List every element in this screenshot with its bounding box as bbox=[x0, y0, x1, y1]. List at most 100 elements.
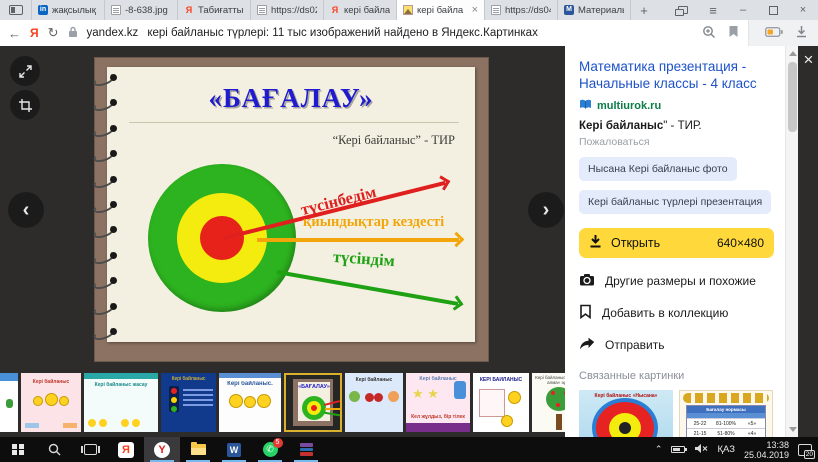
thumb-motif bbox=[406, 423, 470, 432]
page-zoom-icon[interactable] bbox=[702, 25, 716, 42]
tab-keri-bailanys-active[interactable]: кері байла × bbox=[397, 0, 485, 20]
thumbnail-smileys-pink[interactable]: Кері байланыс bbox=[21, 373, 81, 432]
main-image[interactable]: «БАҒАЛАУ» “Кері байланыс” - ТИР түсінбед… bbox=[95, 58, 488, 361]
window-restore-button[interactable] bbox=[758, 0, 788, 20]
url-host[interactable]: yandex.kz bbox=[87, 27, 139, 39]
hidden-icons-chevron[interactable]: ⌃ bbox=[655, 444, 663, 455]
thumb-motif bbox=[454, 381, 466, 399]
related-image-nysana[interactable]: Кері байланыс «Нысана» bbox=[579, 390, 673, 437]
add-to-collection-button[interactable]: Добавить в коллекцию bbox=[579, 304, 774, 322]
volume-muted-icon[interactable] bbox=[694, 441, 708, 459]
thumbnail-selected-bagalau[interactable]: «БАҒАЛАУ» bbox=[284, 373, 342, 432]
taskbar-yandex-browser[interactable]: Y bbox=[144, 437, 180, 462]
winrar-icon bbox=[299, 443, 313, 457]
thumb-title: Кері байланыс bbox=[32, 379, 70, 385]
related-image-grading-table[interactable]: Бағалау нормасы 25-22 81-100% «5» 21-15 51-… bbox=[679, 390, 773, 437]
bookmark-flag-icon[interactable] bbox=[728, 25, 739, 41]
slide-page: «БАҒАЛАУ» “Кері байланыс” - ТИР түсінбед… bbox=[107, 67, 475, 342]
start-button[interactable] bbox=[0, 437, 36, 462]
battery-icon[interactable] bbox=[671, 446, 688, 453]
tab-label: Материалы - bbox=[578, 4, 624, 16]
thumbnail-traffic-light[interactable]: Кері байланыс bbox=[161, 373, 216, 432]
taskbar-word[interactable]: W bbox=[216, 437, 252, 462]
yandex-home-button[interactable]: Я bbox=[30, 26, 39, 40]
query-chip[interactable]: Кері байланыс түрлері презентация bbox=[579, 190, 772, 214]
taskbar-winrar[interactable] bbox=[288, 437, 324, 462]
tab-jpg[interactable]: -8-638.jpg (63 bbox=[105, 0, 178, 20]
prev-image-button[interactable]: ‹ bbox=[8, 192, 44, 228]
yandex-icon: Я bbox=[331, 5, 339, 15]
thumbnail-smileys-white[interactable]: Кері байланыс. bbox=[219, 373, 281, 432]
back-button[interactable]: ← bbox=[8, 26, 21, 41]
title-divider bbox=[129, 122, 459, 123]
taskbar-whatsapp[interactable]: ✆ 5 bbox=[252, 437, 288, 462]
thumb-motif bbox=[183, 389, 213, 391]
scrollbar-thumb[interactable] bbox=[788, 62, 797, 132]
thumbnail-keri-emoji[interactable]: КЕРІ БАЙЛАНЫС bbox=[473, 373, 529, 432]
browser-menu-button[interactable]: ≡ bbox=[698, 0, 728, 20]
window-close-button[interactable]: × bbox=[788, 0, 818, 20]
tab-ds02[interactable]: https://ds02.in bbox=[251, 0, 324, 20]
report-link[interactable]: Пожаловаться bbox=[579, 136, 774, 148]
tray-date: 25.04.2019 bbox=[743, 449, 789, 460]
site-row[interactable]: multiurok.ru bbox=[579, 97, 774, 115]
yandex-browser-icon: Y bbox=[154, 441, 170, 458]
new-tab-button[interactable]: + bbox=[631, 0, 657, 20]
fullscreen-button[interactable] bbox=[10, 56, 40, 86]
action-label: Добавить в коллекцию bbox=[602, 306, 729, 320]
tab-ds04[interactable]: https://ds04.in bbox=[485, 0, 558, 20]
scroll-up-icon[interactable] bbox=[789, 51, 797, 56]
next-image-button[interactable]: › bbox=[528, 192, 564, 228]
tab-keri-bailanys-search[interactable]: Я кері байланы bbox=[324, 0, 397, 20]
thumb-title: Кері байланыс. bbox=[227, 381, 273, 387]
query-chip[interactable]: Нысана Кері байланыс фото bbox=[579, 157, 737, 181]
tab-panel-button[interactable] bbox=[0, 0, 32, 20]
turbo-battery-icon[interactable] bbox=[764, 26, 783, 40]
fruits-motif bbox=[345, 391, 403, 404]
clock[interactable]: 13:38 25.04.2019 bbox=[744, 440, 789, 460]
viewer-close-button[interactable]: × bbox=[799, 50, 818, 69]
taskbar-search-button[interactable] bbox=[36, 437, 72, 462]
traffic-light-motif bbox=[169, 386, 179, 412]
smiley-motif bbox=[508, 391, 521, 404]
url-query-text[interactable]: кері байланыс түрлері: 11 тыс изображени… bbox=[147, 27, 538, 39]
cell: «4» bbox=[747, 430, 757, 437]
crop-button[interactable] bbox=[10, 90, 40, 120]
spiral-coil bbox=[93, 251, 123, 260]
tab-groups-icon bbox=[675, 6, 688, 16]
image-viewer: «БАҒАЛАУ» “Кері байланыс” - ТИР түсінбед… bbox=[0, 46, 818, 437]
tab-linkedin[interactable]: in жақсылық к.а bbox=[32, 0, 105, 20]
downloads-icon[interactable] bbox=[795, 25, 808, 41]
system-tray: ⌃ ҚАЗ 13:38 25.04.2019 20 bbox=[655, 437, 818, 462]
taskbar-file-explorer[interactable] bbox=[180, 437, 216, 462]
tab-materialy[interactable]: М Материалы - bbox=[558, 0, 631, 20]
action-center-icon[interactable]: 20 bbox=[798, 443, 815, 459]
thumbnail-zhasau[interactable]: Кері байланыс жасау bbox=[84, 373, 158, 432]
keyboard-language[interactable]: ҚАЗ bbox=[717, 444, 735, 455]
window-minimize-button[interactable]: – bbox=[728, 0, 758, 20]
arrow-head bbox=[448, 294, 464, 311]
browser-toolbar-right bbox=[748, 20, 818, 46]
tab-tabigatty[interactable]: Я Табиғатты қор bbox=[178, 0, 251, 20]
taskbar-yandex-app[interactable]: Я bbox=[108, 437, 144, 462]
tabbar-spacer bbox=[657, 0, 668, 20]
share-button[interactable]: Отправить bbox=[579, 337, 774, 353]
thumb-motif bbox=[84, 373, 158, 379]
panel-scrollbar[interactable] bbox=[785, 46, 798, 437]
cell: 21-15 bbox=[693, 430, 707, 437]
scroll-down-icon[interactable] bbox=[789, 427, 797, 432]
tab-panel-icon bbox=[8, 5, 23, 15]
similar-images-button[interactable]: Другие размеры и похожие bbox=[579, 273, 774, 289]
thumb-motif bbox=[21, 393, 81, 408]
tab-close-icon[interactable]: × bbox=[472, 4, 478, 16]
thumbnail-partial[interactable] bbox=[0, 373, 18, 432]
refresh-button[interactable]: ↻ bbox=[48, 25, 59, 41]
thumbnail-fruits[interactable]: Кері байланыс bbox=[345, 373, 403, 432]
tab-groups-button[interactable] bbox=[668, 0, 698, 20]
document-icon bbox=[257, 5, 267, 15]
mini-target-motif bbox=[302, 396, 326, 420]
thumbnail-stars[interactable]: Кері байланыс ★ ★ Кел жұлдыз, бір тілек bbox=[406, 373, 470, 432]
task-view-button[interactable] bbox=[72, 437, 108, 462]
open-button[interactable]: Открыть 640×480 bbox=[579, 228, 774, 258]
result-title-link[interactable]: Математика презентация - Начальные класс… bbox=[579, 58, 774, 92]
